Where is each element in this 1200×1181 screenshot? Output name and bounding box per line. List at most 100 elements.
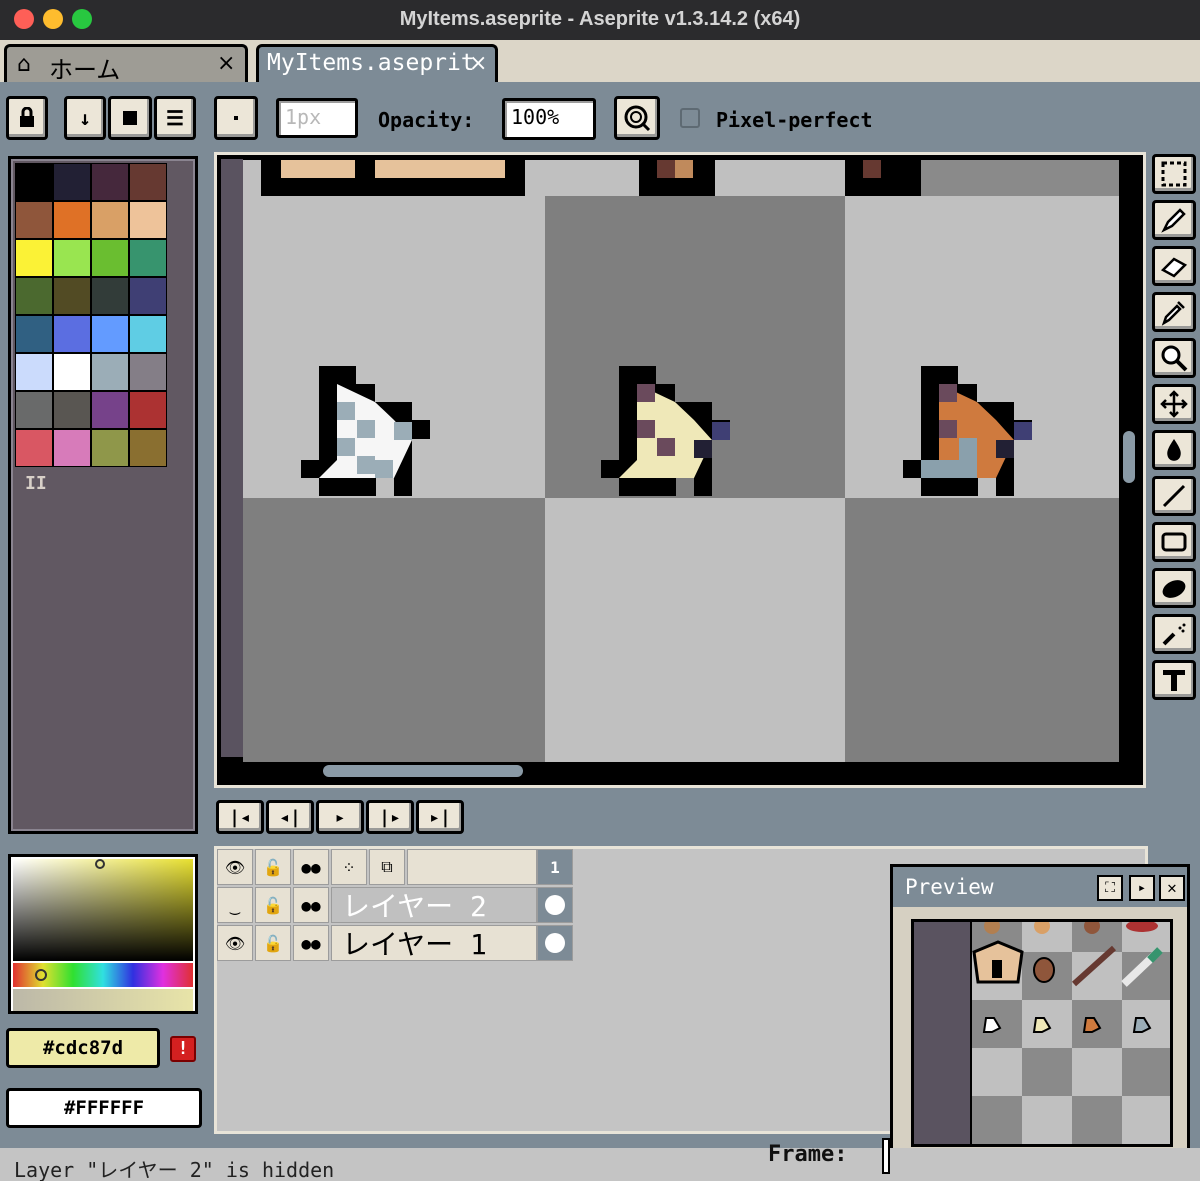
text-tool-button[interactable]	[1152, 660, 1196, 700]
palette-swatch[interactable]	[15, 353, 53, 391]
sv-cursor[interactable]	[95, 859, 105, 869]
preview-close-button[interactable]: ✕	[1159, 875, 1185, 901]
preview-fullscreen-button[interactable]: ⛶	[1097, 875, 1123, 901]
rectangle-tool-button[interactable]	[1152, 522, 1196, 562]
palette-swatch[interactable]	[91, 391, 129, 429]
timeline-visibility-header[interactable]: 👁	[217, 849, 253, 885]
contour-tool-button[interactable]	[1152, 568, 1196, 608]
last-frame-button[interactable]: ▸|	[416, 800, 464, 834]
horizontal-scrollbar-thumb[interactable]	[323, 765, 523, 777]
palette-swatch[interactable]	[15, 239, 53, 277]
foreground-color-button[interactable]: #cdc87d	[6, 1028, 160, 1068]
tab-home-close-icon[interactable]: ×	[217, 51, 235, 76]
layer-2-lock-toggle[interactable]: 🔓	[255, 887, 291, 923]
layer-2-name[interactable]: レイヤー 2	[331, 887, 537, 923]
tab-myitems-close-icon[interactable]: ×	[469, 51, 487, 76]
palette-swatch[interactable]	[91, 239, 129, 277]
timeline-lock-header[interactable]: 🔓	[255, 849, 291, 885]
zoom-tool-button[interactable]	[1152, 338, 1196, 378]
tab-home[interactable]: ⌂ ホーム ×	[4, 44, 248, 84]
palette-swatch[interactable]	[129, 239, 167, 277]
layer-1-visibility-toggle[interactable]: 👁	[217, 925, 253, 961]
play-button[interactable]: ▸	[316, 800, 364, 834]
palette-swatch[interactable]	[53, 353, 91, 391]
layer-move-down-button[interactable]: ↓	[64, 96, 106, 140]
arrowhead-sprites	[301, 366, 1032, 496]
layer-1-lock-toggle[interactable]: 🔓	[255, 925, 291, 961]
palette-swatch[interactable]	[53, 201, 91, 239]
palette-swatch[interactable]	[129, 429, 167, 467]
palette-swatch[interactable]	[15, 163, 53, 201]
preview-canvas[interactable]	[911, 919, 1173, 1147]
alpha-bar[interactable]	[13, 989, 193, 1011]
first-frame-button[interactable]: |◂	[216, 800, 264, 834]
pencil-tool-button[interactable]	[1152, 200, 1196, 240]
palette-swatch[interactable]	[15, 429, 53, 467]
palette-swatch[interactable]	[91, 429, 129, 467]
move-tool-button[interactable]	[1152, 384, 1196, 424]
layer-1-frame-1-cel[interactable]	[537, 925, 573, 961]
palette-swatch[interactable]	[91, 353, 129, 391]
palette-swatch[interactable]	[53, 391, 91, 429]
lock-layer-button[interactable]	[6, 96, 48, 140]
brush-type-button[interactable]	[214, 96, 258, 140]
palette-swatch[interactable]	[15, 201, 53, 239]
layer-menu-button[interactable]: ☰	[154, 96, 196, 140]
palette-swatch[interactable]	[53, 315, 91, 353]
new-layer-button[interactable]	[108, 96, 152, 140]
layer-2-visibility-toggle[interactable]: ‿	[217, 887, 253, 923]
paint-bucket-tool-button[interactable]	[1152, 430, 1196, 470]
window-title: MyItems.aseprite - Aseprite v1.3.14.2 (x…	[399, 8, 801, 30]
palette-swatch[interactable]	[129, 353, 167, 391]
palette-swatch[interactable]	[15, 315, 53, 353]
eyedropper-tool-button[interactable]	[1152, 292, 1196, 332]
vertical-scrollbar-thumb[interactable]	[1123, 431, 1135, 483]
palette-swatch[interactable]	[129, 201, 167, 239]
palette-swatch[interactable]	[53, 163, 91, 201]
sprite-canvas[interactable]	[243, 160, 1119, 762]
preview-sprites	[972, 922, 1163, 1033]
saturation-value-area[interactable]	[13, 859, 193, 961]
next-frame-button[interactable]: |▸	[366, 800, 414, 834]
timeline-layer-header[interactable]: ⧉	[369, 849, 405, 885]
preview-title-bar[interactable]: Preview ⛶ ▸ ✕	[893, 867, 1187, 907]
preview-window[interactable]: Preview ⛶ ▸ ✕	[890, 864, 1190, 1156]
palette-swatch[interactable]	[129, 315, 167, 353]
background-color-button[interactable]: #FFFFFF	[6, 1088, 202, 1128]
palette-swatch[interactable]	[91, 163, 129, 201]
palette-swatch[interactable]	[91, 315, 129, 353]
palette-swatch[interactable]	[129, 163, 167, 201]
tab-myitems[interactable]: MyItems.aseprit ×	[256, 44, 498, 82]
color-spectrum-panel[interactable]	[8, 854, 198, 1014]
palette-swatch[interactable]	[53, 239, 91, 277]
layer-1-name[interactable]: レイヤー 1	[331, 925, 537, 961]
hue-cursor[interactable]	[35, 969, 47, 981]
pixel-perfect-checkbox[interactable]	[680, 108, 700, 128]
timeline-link-header[interactable]: ⁘	[331, 849, 367, 885]
preview-play-button[interactable]: ▸	[1129, 875, 1155, 901]
ink-options-button[interactable]	[614, 96, 660, 140]
palette-swatch[interactable]	[15, 391, 53, 429]
layer-1-onion-toggle[interactable]: ●●	[293, 925, 329, 961]
eraser-tool-button[interactable]	[1152, 246, 1196, 286]
layer-2-frame-1-cel[interactable]	[537, 887, 573, 923]
palette-swatch[interactable]	[53, 277, 91, 315]
line-tool-button[interactable]	[1152, 476, 1196, 516]
layer-2-onion-toggle[interactable]: ●●	[293, 887, 329, 923]
opacity-input[interactable]: 100%	[502, 98, 596, 140]
palette-swatch[interactable]	[129, 391, 167, 429]
palette-swatch[interactable]	[91, 277, 129, 315]
timeline-onion-header[interactable]: ●●	[293, 849, 329, 885]
spray-tool-button[interactable]	[1152, 614, 1196, 654]
palette-swatch[interactable]	[53, 429, 91, 467]
palette-resize-handle[interactable]: II	[25, 473, 47, 494]
marquee-tool-button[interactable]	[1152, 154, 1196, 194]
frame-input[interactable]	[882, 1138, 890, 1174]
frame-header[interactable]: 1	[537, 849, 573, 885]
previous-frame-button[interactable]: ◂|	[266, 800, 314, 834]
warning-icon[interactable]: !	[170, 1036, 196, 1062]
palette-swatch[interactable]	[91, 201, 129, 239]
palette-swatch[interactable]	[15, 277, 53, 315]
brush-size-input[interactable]: 1px	[276, 98, 358, 138]
palette-swatch[interactable]	[129, 277, 167, 315]
